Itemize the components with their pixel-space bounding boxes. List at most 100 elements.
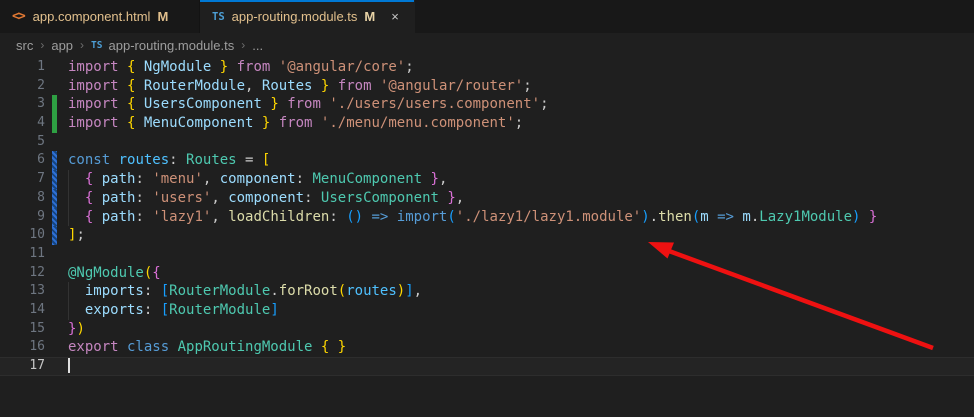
code-line[interactable]: 12@NgModule({ xyxy=(0,264,974,283)
code-line[interactable]: 7 { path: 'menu', component: MenuCompone… xyxy=(0,170,974,189)
code-line[interactable]: 1import { NgModule } from '@angular/core… xyxy=(0,58,974,77)
token: : xyxy=(135,190,152,206)
token: ; xyxy=(405,59,413,75)
token: path xyxy=(93,171,135,187)
token: } xyxy=(869,209,877,225)
breadcrumb-label: ... xyxy=(252,38,263,53)
line-number: 9 xyxy=(0,208,45,227)
token: Lazy1Module xyxy=(759,209,852,225)
token xyxy=(372,78,380,94)
code-text: { path: 'lazy1', loadChildren: () => imp… xyxy=(68,208,974,227)
token: : xyxy=(144,283,161,299)
git-gutter xyxy=(45,357,68,376)
token: './menu/menu.component' xyxy=(321,115,515,131)
code-text: import { MenuComponent } from './menu/me… xyxy=(68,114,974,133)
gutter-bar xyxy=(52,151,57,170)
code-line[interactable]: 13 imports: [RouterModule.forRoot(routes… xyxy=(0,282,974,301)
token: loadChildren xyxy=(220,209,330,225)
token: forRoot xyxy=(279,283,338,299)
token: './users/users.component' xyxy=(329,96,540,112)
token: : xyxy=(304,190,321,206)
token: [ xyxy=(161,283,169,299)
code-line[interactable]: 3import { UsersComponent } from './users… xyxy=(0,95,974,114)
tab-filename: app-routing.module.ts xyxy=(232,9,358,24)
chevron-right-icon: › xyxy=(40,38,44,52)
line-number: 15 xyxy=(0,320,45,339)
breadcrumb-label: src xyxy=(16,38,33,53)
breadcrumb-item-app[interactable]: app xyxy=(51,38,73,53)
token: m xyxy=(742,209,750,225)
token: , xyxy=(211,209,219,225)
code-line[interactable]: 11 xyxy=(0,245,974,264)
token: 'menu' xyxy=(152,171,203,187)
code-line[interactable]: 6 const routes: Routes = [ xyxy=(0,151,974,170)
code-line[interactable]: 8 { path: 'users', component: UsersCompo… xyxy=(0,189,974,208)
code-line[interactable]: 2import { RouterModule, Routes } from '@… xyxy=(0,77,974,96)
line-number: 5 xyxy=(0,133,45,152)
token: ( xyxy=(447,209,455,225)
breadcrumb-label: app xyxy=(51,38,73,53)
breadcrumb-label: app-routing.module.ts xyxy=(109,38,235,53)
token: , xyxy=(211,190,219,206)
token: : xyxy=(135,171,152,187)
token: component xyxy=(211,171,295,187)
code-line[interactable]: 16export class AppRoutingModule { } xyxy=(0,338,974,357)
token: } xyxy=(270,96,278,112)
token: { } xyxy=(321,339,346,355)
token: [ xyxy=(262,152,270,168)
git-gutter-modified xyxy=(45,226,68,245)
git-modified-badge: M xyxy=(364,9,375,24)
token xyxy=(860,209,868,225)
token: : xyxy=(296,171,313,187)
git-modified-badge: M xyxy=(157,9,168,24)
gutter-bar xyxy=(52,208,57,227)
editor-tab-app.component.html[interactable]: <>app.component.htmlM xyxy=(0,0,200,33)
breadcrumb-item-...[interactable]: ... xyxy=(252,38,263,53)
line-number: 13 xyxy=(0,282,45,301)
code-line[interactable]: 5 xyxy=(0,133,974,152)
close-icon[interactable]: × xyxy=(388,8,402,25)
token: AppRoutingModule xyxy=(169,339,321,355)
token: export xyxy=(68,339,119,355)
gutter-bar xyxy=(52,114,57,133)
line-number: 1 xyxy=(0,58,45,77)
chevron-right-icon: › xyxy=(241,38,245,52)
token xyxy=(270,115,278,131)
token: from xyxy=(287,96,321,112)
token: () xyxy=(346,209,363,225)
token: UsersComponent xyxy=(135,96,270,112)
token: import xyxy=(68,115,119,131)
token: = xyxy=(237,152,262,168)
git-gutter xyxy=(45,320,68,339)
code-line[interactable]: 15}) xyxy=(0,320,974,339)
code-line[interactable]: 10]; xyxy=(0,226,974,245)
breadcrumb-item-app-routing.module.ts[interactable]: TSapp-routing.module.ts xyxy=(91,38,234,53)
code-line[interactable]: 17 xyxy=(0,357,974,376)
token: import xyxy=(68,96,119,112)
token: '@angular/router' xyxy=(380,78,523,94)
token: ; xyxy=(540,96,548,112)
token: MenuComponent xyxy=(312,171,430,187)
token: } xyxy=(220,59,228,75)
token: ( xyxy=(338,283,346,299)
html-file-icon: <> xyxy=(12,9,26,24)
line-number: 6 xyxy=(0,151,45,170)
token: ; xyxy=(76,227,84,243)
git-gutter xyxy=(45,77,68,96)
token: then xyxy=(658,209,692,225)
editor-tab-app-routing.module.ts[interactable]: TSapp-routing.module.tsM× xyxy=(200,0,415,33)
code-line[interactable]: 4import { MenuComponent } from './menu/m… xyxy=(0,114,974,133)
token: . xyxy=(270,283,278,299)
token: ( xyxy=(692,209,700,225)
token xyxy=(270,59,278,75)
line-number: 10 xyxy=(0,226,45,245)
indent-guide xyxy=(68,189,69,208)
token: RouterModule xyxy=(169,302,270,318)
git-gutter xyxy=(45,58,68,77)
code-line[interactable]: 9 { path: 'lazy1', loadChildren: () => i… xyxy=(0,208,974,227)
code-line[interactable]: 14 exports: [RouterModule] xyxy=(0,301,974,320)
code-editor[interactable]: 1import { NgModule } from '@angular/core… xyxy=(0,55,974,417)
breadcrumb-item-src[interactable]: src xyxy=(16,38,33,53)
token: , xyxy=(439,171,447,187)
code-text: const routes: Routes = [ xyxy=(68,151,974,170)
